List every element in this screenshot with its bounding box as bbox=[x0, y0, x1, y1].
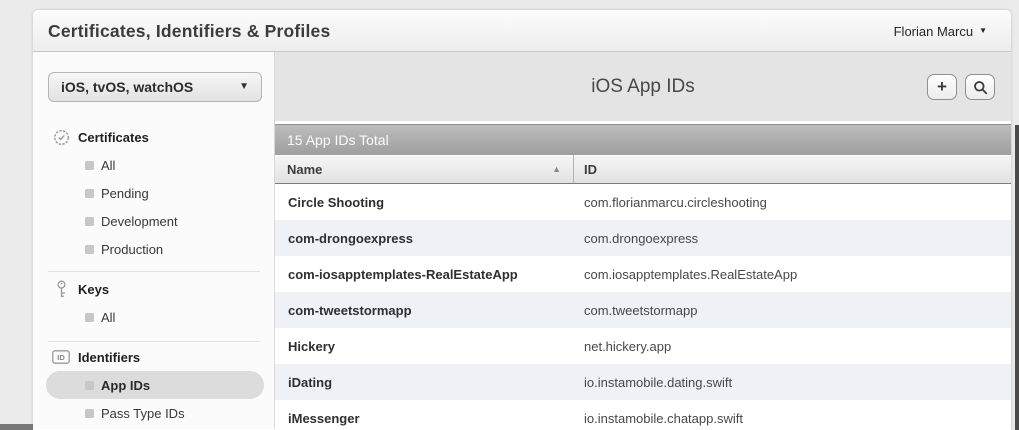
add-app-id-button[interactable]: + bbox=[927, 74, 957, 100]
platform-selector-label: iOS, tvOS, watchOS bbox=[61, 79, 193, 95]
app-id-cell: io.instamobile.dating.swift bbox=[574, 364, 1011, 400]
content-header: iOS App IDs + bbox=[275, 52, 1011, 121]
table-row[interactable]: com-iosapptemplates-RealEstateApp com.io… bbox=[275, 256, 1011, 292]
app-name-cell: iMessenger bbox=[275, 400, 574, 429]
bullet-icon bbox=[85, 409, 94, 418]
platform-selector-dropdown[interactable]: iOS, tvOS, watchOS ▼ bbox=[48, 72, 262, 102]
app-name-cell: Hickery bbox=[275, 328, 574, 364]
sidebar-item-label: All bbox=[101, 158, 115, 173]
sidebar-item-pass-type-ids[interactable]: Pass Type IDs bbox=[85, 399, 274, 427]
chevron-down-icon: ▼ bbox=[979, 27, 987, 35]
account-menu[interactable]: Florian Marcu ▼ bbox=[894, 10, 987, 52]
sidebar-section-label: Keys bbox=[78, 282, 109, 297]
app-id-cell: net.hickery.app bbox=[574, 328, 1011, 364]
table-row[interactable]: com-drongoexpress com.drongoexpress bbox=[275, 220, 1011, 256]
sidebar-item-production[interactable]: Production bbox=[85, 235, 274, 263]
column-header-name[interactable]: Name ▲ bbox=[275, 155, 574, 183]
app-header: Certificates, Identifiers & Profiles Flo… bbox=[33, 10, 1011, 52]
sidebar-item-label: Pending bbox=[101, 186, 149, 201]
key-icon bbox=[52, 279, 70, 299]
table-row[interactable]: Circle Shooting com.florianmarcu.circles… bbox=[275, 184, 1011, 220]
column-label: Name bbox=[287, 162, 322, 177]
app-id-cell: com.tweetstormapp bbox=[574, 292, 1011, 328]
id-badge-icon: ID bbox=[52, 347, 70, 367]
column-label: ID bbox=[584, 162, 597, 177]
app-id-cell: com.iosapptemplates.RealEstateApp bbox=[574, 256, 1011, 292]
sidebar: iOS, tvOS, watchOS ▼ Certificates All Pe… bbox=[33, 52, 275, 429]
bullet-icon bbox=[85, 189, 94, 198]
page-title: Certificates, Identifiers & Profiles bbox=[48, 10, 330, 52]
chevron-down-icon: ▼ bbox=[239, 82, 249, 92]
bullet-icon bbox=[85, 161, 94, 170]
sidebar-divider bbox=[48, 341, 260, 342]
sidebar-section-label: Identifiers bbox=[78, 350, 140, 365]
table-column-headers: Name ▲ ID bbox=[275, 155, 1011, 184]
app-name-cell: Circle Shooting bbox=[275, 184, 574, 220]
id-badge-text: ID bbox=[57, 353, 65, 362]
sidebar-item-label: Production bbox=[101, 242, 163, 257]
bullet-icon bbox=[85, 381, 94, 390]
sidebar-item-label: Pass Type IDs bbox=[101, 406, 185, 421]
table-summary: 15 App IDs Total bbox=[287, 132, 389, 148]
toolbar: + bbox=[927, 74, 995, 100]
content-area: iOS App IDs + bbox=[275, 52, 1011, 429]
bullet-icon bbox=[85, 245, 94, 254]
table-summary-bar: 15 App IDs Total bbox=[275, 124, 1011, 155]
search-icon bbox=[973, 80, 988, 95]
sort-asc-icon: ▲ bbox=[552, 164, 561, 174]
sidebar-section-certificates: Certificates bbox=[52, 127, 274, 147]
app-id-cell: com.florianmarcu.circleshooting bbox=[574, 184, 1011, 220]
sidebar-item-keys-all[interactable]: All bbox=[85, 303, 274, 331]
sidebar-item-development[interactable]: Development bbox=[85, 207, 274, 235]
window-edge-strip bbox=[1015, 125, 1019, 430]
app-name-cell: com-iosapptemplates-RealEstateApp bbox=[275, 256, 574, 292]
bullet-icon bbox=[85, 217, 94, 226]
app-name-cell: com-drongoexpress bbox=[275, 220, 574, 256]
sidebar-item-certificates-all[interactable]: All bbox=[85, 151, 274, 179]
account-name: Florian Marcu bbox=[894, 24, 973, 39]
app-id-cell: io.instamobile.chatapp.swift bbox=[574, 400, 1011, 429]
window-edge-strip bbox=[0, 424, 33, 430]
sidebar-section-keys: Keys bbox=[52, 279, 274, 299]
table-row[interactable]: Hickery net.hickery.app bbox=[275, 328, 1011, 364]
app-name-cell: com-tweetstormapp bbox=[275, 292, 574, 328]
app-name-cell: iDating bbox=[275, 364, 574, 400]
table-row[interactable]: com-tweetstormapp com.tweetstormapp bbox=[275, 292, 1011, 328]
column-header-id[interactable]: ID bbox=[574, 155, 1011, 183]
main-panel: Certificates, Identifiers & Profiles Flo… bbox=[33, 10, 1011, 430]
sidebar-item-label: Development bbox=[101, 214, 178, 229]
bullet-icon bbox=[85, 313, 94, 322]
sidebar-item-app-ids[interactable]: App IDs bbox=[46, 371, 264, 399]
sidebar-item-label: All bbox=[101, 310, 115, 325]
sidebar-item-label: App IDs bbox=[101, 378, 150, 393]
sidebar-section-label: Certificates bbox=[78, 130, 149, 145]
app-id-cell: com.drongoexpress bbox=[574, 220, 1011, 256]
sidebar-item-pending[interactable]: Pending bbox=[85, 179, 274, 207]
sidebar-section-identifiers: ID Identifiers bbox=[52, 347, 274, 367]
panel-body: iOS, tvOS, watchOS ▼ Certificates All Pe… bbox=[33, 52, 1011, 429]
search-button[interactable] bbox=[965, 74, 995, 100]
sidebar-divider bbox=[48, 271, 260, 272]
table-body: Circle Shooting com.florianmarcu.circles… bbox=[275, 184, 1011, 429]
table-row[interactable]: iDating io.instamobile.dating.swift bbox=[275, 364, 1011, 400]
table-row[interactable]: iMessenger io.instamobile.chatapp.swift bbox=[275, 400, 1011, 429]
content-title: iOS App IDs bbox=[275, 52, 1011, 121]
certificate-seal-icon bbox=[52, 127, 70, 147]
plus-icon: + bbox=[937, 78, 947, 95]
